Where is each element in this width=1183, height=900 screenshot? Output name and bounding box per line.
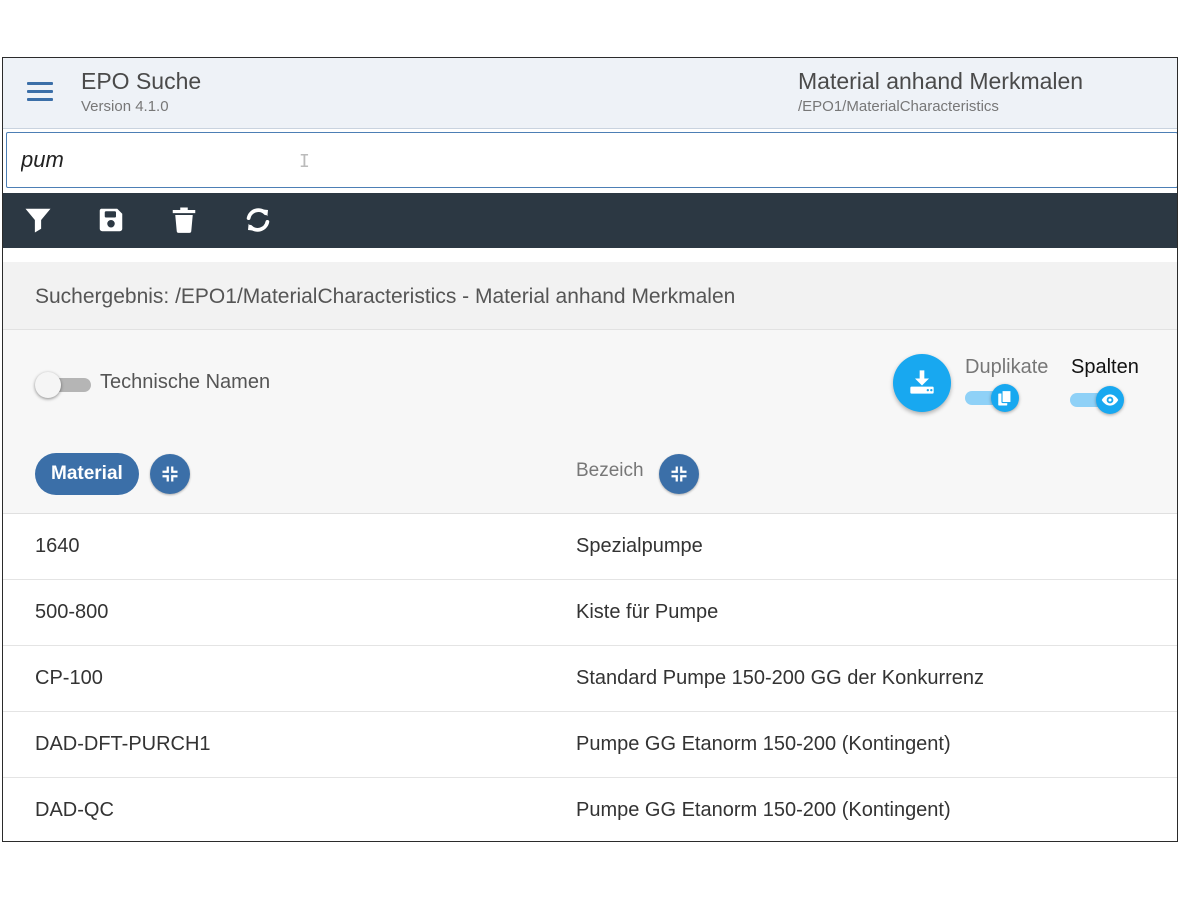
bezeichnung-cell: Pumpe GG Etanorm 150-200 (Kontingent) (576, 733, 951, 755)
columns-toggle[interactable] (1070, 386, 1126, 414)
toolbar (3, 193, 1177, 248)
bezeichnung-cell: Pumpe GG Etanorm 150-200 (Kontingent) (576, 799, 951, 821)
search-box: I (6, 132, 1177, 188)
material-cell: DAD-QC (35, 799, 114, 821)
columns-label: Spalten (1071, 356, 1139, 378)
results-title: Suchergebnis: /EPO1/MaterialCharacterist… (35, 285, 736, 308)
technical-names-toggle[interactable] (35, 372, 91, 398)
column-header-bezeichnung[interactable]: Bezeich (576, 460, 644, 482)
table-row[interactable]: CP-100 Standard Pumpe 150-200 GG der Kon… (3, 646, 1177, 712)
app-title: EPO Suche (81, 68, 202, 94)
table-row[interactable]: DAD-DFT-PURCH1 Pumpe GG Etanorm 150-200 … (3, 712, 1177, 778)
app-version: Version 4.1.0 (81, 98, 169, 115)
results-header: Suchergebnis: /EPO1/MaterialCharacterist… (3, 262, 1177, 330)
compress-column-bezeichnung-button[interactable] (659, 454, 699, 494)
material-cell: 500-800 (35, 601, 109, 623)
refresh-button[interactable] (243, 205, 273, 235)
download-icon (910, 370, 934, 394)
bezeichnung-cell: Spezialpumpe (576, 535, 703, 557)
column-header-material[interactable]: Material (35, 453, 139, 495)
material-cell: CP-100 (35, 667, 103, 689)
compress-icon (671, 466, 687, 482)
text-cursor-icon: I (299, 151, 310, 172)
save-icon (99, 208, 123, 232)
table-row[interactable]: 500-800 Kiste für Pumpe (3, 580, 1177, 646)
page-path: /EPO1/MaterialCharacteristics (798, 98, 999, 115)
delete-button[interactable] (169, 205, 199, 235)
duplicates-toggle[interactable] (965, 384, 1021, 412)
trash-icon (172, 207, 196, 233)
save-button[interactable] (96, 205, 126, 235)
results-table: 1640 Spezialpumpe 500-800 Kiste für Pump… (3, 513, 1177, 841)
results-options: Technische Namen Duplikate Spalten Mater… (3, 330, 1177, 513)
app-window: EPO Suche Version 4.1.0 Material anhand … (2, 57, 1178, 842)
technical-names-label: Technische Namen (100, 371, 271, 393)
refresh-icon (246, 208, 270, 232)
filter-icon (25, 208, 51, 233)
search-input[interactable] (19, 133, 1163, 187)
filter-button[interactable] (23, 205, 53, 235)
bezeichnung-cell: Kiste für Pumpe (576, 601, 719, 623)
duplicates-label: Duplikate (965, 356, 1049, 378)
material-cell: 1640 (35, 535, 80, 557)
material-cell: DAD-DFT-PURCH1 (35, 733, 211, 755)
eye-icon (1101, 394, 1119, 406)
app-header: EPO Suche Version 4.1.0 Material anhand … (3, 58, 1177, 129)
menu-icon[interactable] (27, 80, 53, 102)
compress-column-material-button[interactable] (150, 454, 190, 494)
page-title: Material anhand Merkmalen (798, 68, 1084, 94)
compress-icon (162, 466, 178, 482)
bezeichnung-cell: Standard Pumpe 150-200 GG der Konkurrenz (576, 667, 985, 689)
table-row[interactable]: 1640 Spezialpumpe (3, 514, 1177, 580)
copy-icon (998, 389, 1012, 406)
table-row[interactable]: DAD-QC Pumpe GG Etanorm 150-200 (Konting… (3, 778, 1177, 841)
download-button[interactable] (893, 354, 951, 412)
